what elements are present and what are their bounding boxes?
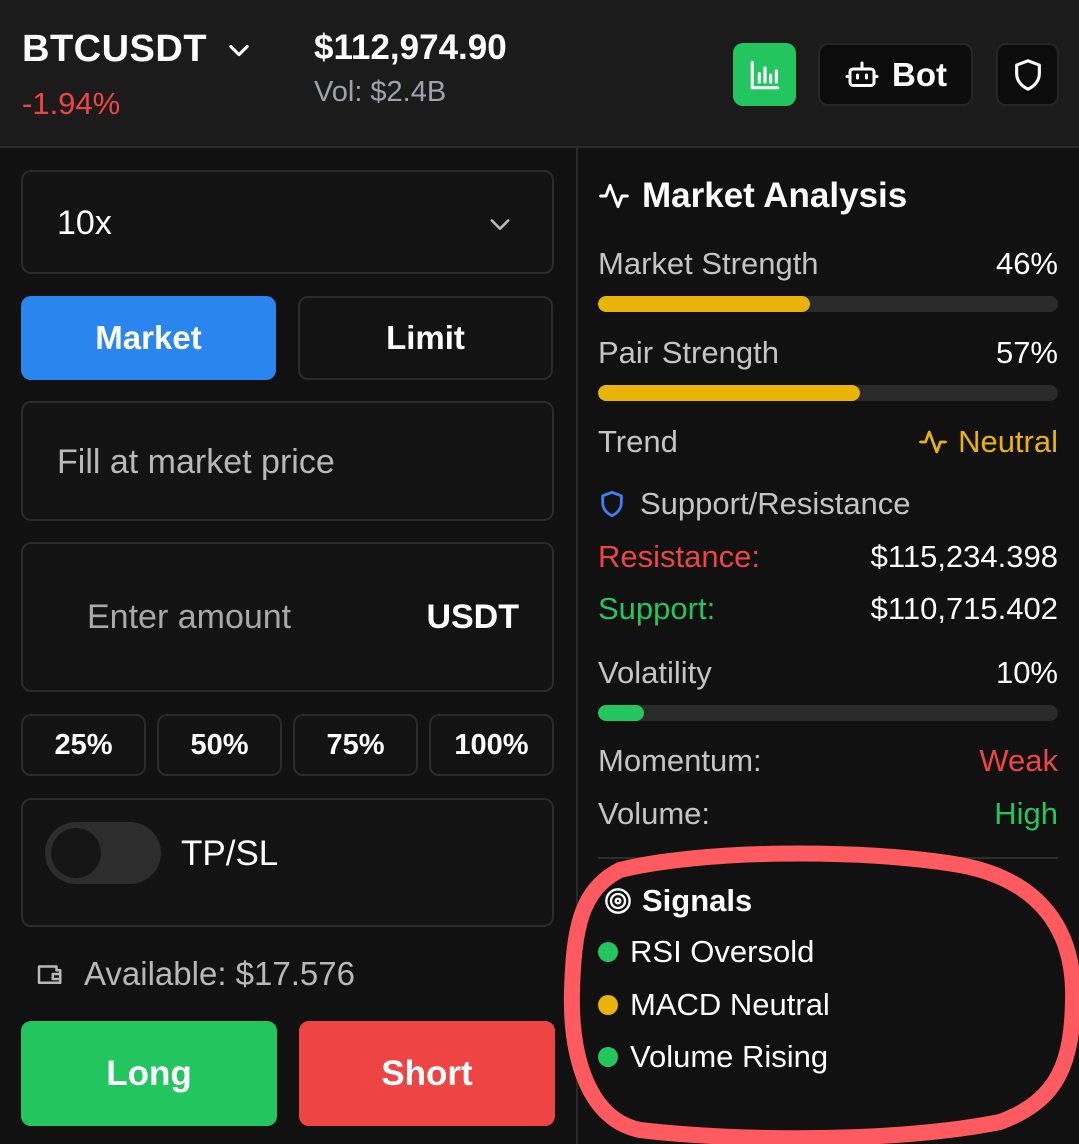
signal-item: MACD Neutral [598,987,830,1023]
pair-strength-label: Pair Strength [598,335,779,370]
percent-100-button[interactable]: 100% [429,714,554,776]
support-resistance-text: Support/Resistance [640,486,911,521]
pair-strength-row: Pair Strength 57% [598,335,1058,371]
tab-market[interactable]: Market [21,296,276,380]
trend-label: Trend [598,424,678,459]
percent-50-button[interactable]: 50% [157,714,282,776]
volatility-value: 10% [995,655,1058,690]
activity-icon [599,183,629,209]
volatility-row: Volatility 10% [598,655,1058,691]
chevron-down-icon [490,219,510,230]
signal-item: Volume Rising [598,1039,828,1075]
long-button[interactable]: Long [21,1021,277,1126]
pair-strength-fill [598,385,861,401]
support-resistance-title: Support/Resistance [598,486,911,522]
market-strength-value: 46% [995,246,1058,281]
percent-25-button[interactable]: 25% [21,714,146,776]
pair-selector[interactable]: BTCUSDT [22,28,253,71]
target-icon [605,888,631,914]
amount-unit: USDT [426,598,519,636]
robot-icon [845,61,879,87]
shield-icon [1014,58,1041,91]
price-change: -1.94% [22,86,121,121]
volatility-label: Volatility [598,655,712,690]
support-row: Support: $110,715.402 [598,591,1058,627]
last-price: $112,974.90 [314,28,507,67]
short-button[interactable]: Short [299,1021,555,1126]
signal-item: RSI Oversold [598,934,814,970]
price-field: Fill at market price [21,401,554,521]
amount-field[interactable]: USDT [21,542,554,692]
momentum-row: Momentum: Weak [598,743,1058,779]
signals-title-text: Signals [642,883,753,918]
status-dot-green [598,1047,618,1067]
market-strength-label: Market Strength [598,246,819,281]
status-dot-green [598,942,618,962]
volatility-bar [598,705,1058,721]
bot-button[interactable]: Bot [818,43,973,106]
available-balance: Available: $17.576 [34,955,355,993]
shield-icon [601,490,623,518]
trend-value: Neutral [918,424,1058,460]
resistance-value: $115,234.398 [870,539,1058,574]
chevron-down-icon [229,44,249,56]
market-strength-row: Market Strength 46% [598,246,1058,282]
security-button[interactable] [996,43,1059,106]
volume-label: Volume: [598,796,711,831]
panel-divider [576,148,578,1144]
analysis-title-text: Market Analysis [642,176,908,215]
tpsl-toggle[interactable] [45,822,161,884]
percent-75-button[interactable]: 75% [293,714,418,776]
pair-name: BTCUSDT [22,28,208,70]
status-dot-yellow [598,995,618,1015]
wallet-icon [37,965,62,984]
volume-value: High [994,796,1058,831]
trend-row: Trend Neutral [598,424,1058,460]
analysis-title: Market Analysis [598,176,907,216]
market-strength-fill [598,296,810,312]
bar-chart-icon [750,60,779,89]
bot-label: Bot [892,55,947,93]
resistance-label: Resistance: [598,539,760,574]
activity-icon [919,430,947,454]
market-strength-bar [598,296,1058,312]
signals-divider [598,857,1058,859]
header-bar: BTCUSDT -1.94% $112,974.90 Vol: $2.4B Bo… [0,0,1079,148]
tpsl-label: TP/SL [181,834,279,873]
pair-strength-bar [598,385,1058,401]
support-value: $110,715.402 [870,591,1058,626]
amount-input[interactable] [87,594,387,640]
momentum-value: Weak [979,743,1058,778]
chart-button[interactable] [733,43,796,106]
available-text: Available: $17.576 [84,955,355,992]
tab-limit[interactable]: Limit [298,296,553,380]
volume-24h: Vol: $2.4B [314,76,447,108]
leverage-value: 10x [57,204,112,242]
support-label: Support: [598,591,716,626]
pair-strength-value: 57% [995,335,1058,370]
signals-title: Signals [604,883,752,919]
toggle-knob [51,828,101,878]
tpsl-section: TP/SL [21,798,554,927]
momentum-label: Momentum: [598,743,762,778]
trend-value-text: Neutral [958,424,1058,459]
volatility-fill [598,705,644,721]
resistance-row: Resistance: $115,234.398 [598,539,1058,575]
leverage-select[interactable]: 10x [21,170,554,274]
signal-label: RSI Oversold [630,934,815,969]
signal-label: Volume Rising [630,1039,829,1074]
market-price-note: Fill at market price [57,443,335,481]
signal-label: MACD Neutral [630,987,830,1022]
volume-row: Volume: High [598,796,1058,832]
